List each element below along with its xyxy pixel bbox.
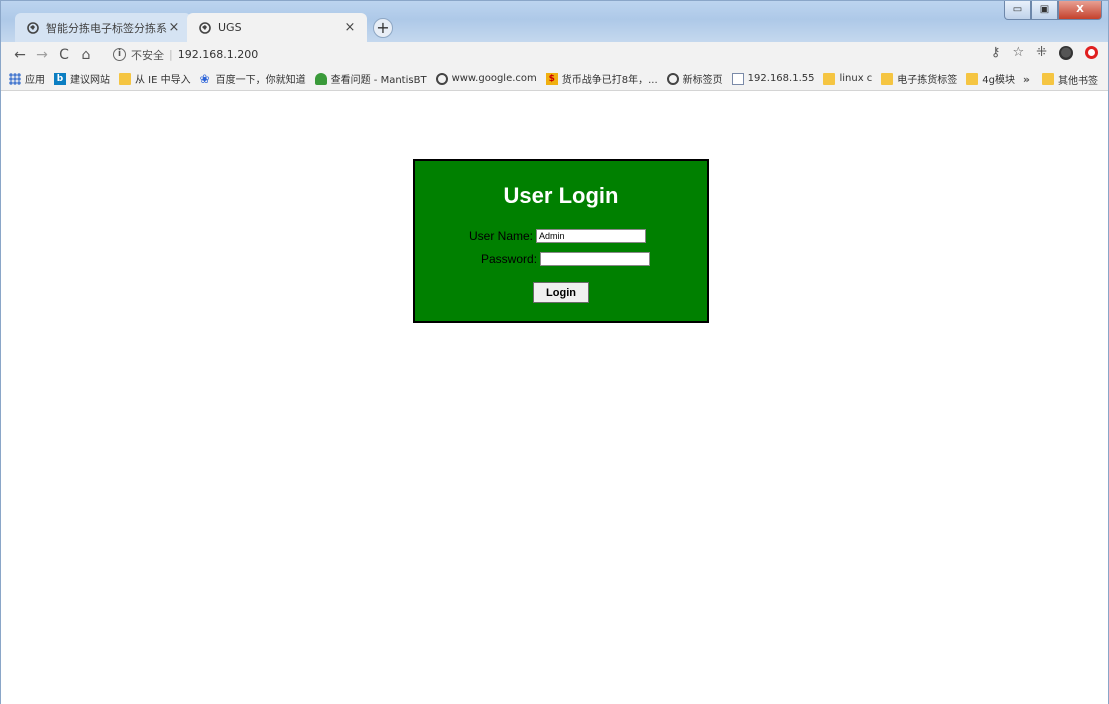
tab-label: UGS (218, 21, 242, 34)
bookmark-label: 电子拣货标签 (897, 75, 958, 86)
bookmark-label: 4g模块 (982, 75, 1016, 86)
page-content: User Login User Name: Password: Login (1, 92, 1108, 704)
apps-icon (9, 72, 21, 85)
profile-icon[interactable]: ● (1059, 45, 1073, 60)
folder-icon (119, 72, 131, 85)
bookmark-label: 应用 (25, 75, 45, 86)
tab-ugs[interactable]: UGS × (187, 13, 367, 42)
bookmark-suggested[interactable]: b 建议网站 (54, 71, 110, 86)
bookmark-e-label[interactable]: 电子拣货标签 (881, 71, 957, 86)
info-icon[interactable]: i (113, 48, 126, 61)
extension-icon[interactable]: ⁜ (1036, 45, 1047, 60)
mantis-icon (314, 72, 327, 85)
bookmark-mantis[interactable]: 查看问题 - MantisBT (314, 71, 427, 86)
bookmark-google[interactable]: www.google.com (435, 72, 537, 85)
password-input[interactable] (540, 252, 651, 266)
home-button[interactable]: ⌂ (75, 47, 97, 63)
baidu-icon: ❀ (199, 71, 210, 86)
folder-icon (881, 72, 894, 85)
url-text: 192.168.1.200 (177, 48, 259, 61)
reload-button[interactable]: C (53, 47, 75, 63)
security-label: 不安全 (131, 48, 164, 62)
browser-window: 智能分拣电子标签分拣系统 × UGS × + ▭ ▣ X ← → C ⌂ i 不… (0, 0, 1109, 704)
bookmark-label: 新标签页 (682, 75, 723, 86)
folder-icon (823, 72, 836, 85)
close-icon[interactable]: × (343, 20, 357, 35)
globe-icon (435, 72, 448, 85)
opera-icon[interactable] (1085, 46, 1098, 59)
folder-icon (1042, 73, 1054, 85)
chart-icon (731, 72, 744, 85)
bookmark-label: 百度一下，你就知道 (215, 75, 306, 86)
folder-icon (966, 72, 979, 85)
bookmark-apps[interactable]: 应用 (9, 71, 45, 86)
key-icon[interactable]: ⚷ (991, 45, 1001, 60)
close-window-button[interactable]: X (1058, 1, 1102, 20)
bookmark-baidu[interactable]: ❀ 百度一下，你就知道 (199, 71, 306, 87)
bookmark-label: 查看问题 - MantisBT (330, 75, 427, 86)
bookmark-ip-55[interactable]: 192.168.1.55 (731, 72, 815, 85)
password-row: Password: (481, 252, 651, 266)
bookmark-other[interactable]: 其他书签 (1042, 72, 1098, 87)
globe-icon (199, 21, 211, 34)
new-tab-button[interactable]: + (373, 18, 393, 38)
forward-button[interactable]: → (31, 47, 53, 63)
browser-toolbar: ← → C ⌂ i 不安全 | 192.168.1.200 ⚷ ☆ ⁜ ● (1, 42, 1108, 67)
address-separator: | (169, 48, 173, 61)
login-panel: User Login User Name: Password: Login (413, 159, 709, 323)
password-label: Password: (481, 252, 538, 266)
bookmark-4g[interactable]: 4g模块 (966, 71, 1015, 86)
bookmark-label: 192.168.1.55 (747, 73, 815, 84)
address-bar[interactable]: i 不安全 | 192.168.1.200 (113, 45, 258, 64)
maximize-button[interactable]: ▣ (1031, 1, 1058, 20)
tab-label: 智能分拣电子标签分拣系统 (46, 21, 167, 35)
tab-sorting-system[interactable]: 智能分拣电子标签分拣系统 × (15, 13, 191, 42)
login-title: User Login (503, 183, 619, 208)
bookmark-label: www.google.com (451, 73, 537, 84)
bookmarks-more-button[interactable]: » (1023, 73, 1030, 86)
toolbar-actions: ⚷ ☆ ⁜ ● (979, 45, 1098, 60)
bookmark-ie-import[interactable]: 从 IE 中导入 (119, 71, 191, 86)
bookmark-currency[interactable]: $ 货币战争已打8年，... (545, 71, 658, 86)
tab-strip: 智能分拣电子标签分拣系统 × UGS × + ▭ ▣ X (1, 1, 1108, 42)
globe-icon (666, 72, 679, 85)
bookmark-linux-c[interactable]: linux c (823, 72, 873, 85)
username-row: User Name: (469, 229, 647, 243)
star-icon[interactable]: ☆ (1012, 45, 1024, 60)
minimize-button[interactable]: ▭ (1004, 1, 1031, 20)
bing-icon: b (54, 72, 66, 85)
coin-icon: $ (545, 72, 558, 85)
window-controls: ▭ ▣ X (1004, 1, 1102, 20)
username-label: User Name: (469, 229, 534, 243)
bookmark-label: linux c (839, 73, 873, 84)
back-button[interactable]: ← (9, 47, 31, 63)
bookmark-label: 建议网站 (70, 75, 110, 86)
username-input[interactable] (536, 229, 647, 243)
bookmark-label: 从 IE 中导入 (135, 75, 191, 86)
bookmark-label: 货币战争已打8年，... (561, 75, 658, 86)
close-icon[interactable]: × (167, 20, 181, 35)
login-button[interactable]: Login (533, 282, 589, 303)
bookmarks-bar: 应用 b 建议网站 从 IE 中导入 ❀ 百度一下，你就知道 查看问题 - Mant… (1, 67, 1108, 91)
bookmark-label: 其他书签 (1058, 75, 1098, 87)
bookmarks-overflow: » 其他书签 (1023, 67, 1098, 91)
globe-icon (27, 21, 39, 34)
bookmark-newtab[interactable]: 新标签页 (666, 71, 723, 86)
